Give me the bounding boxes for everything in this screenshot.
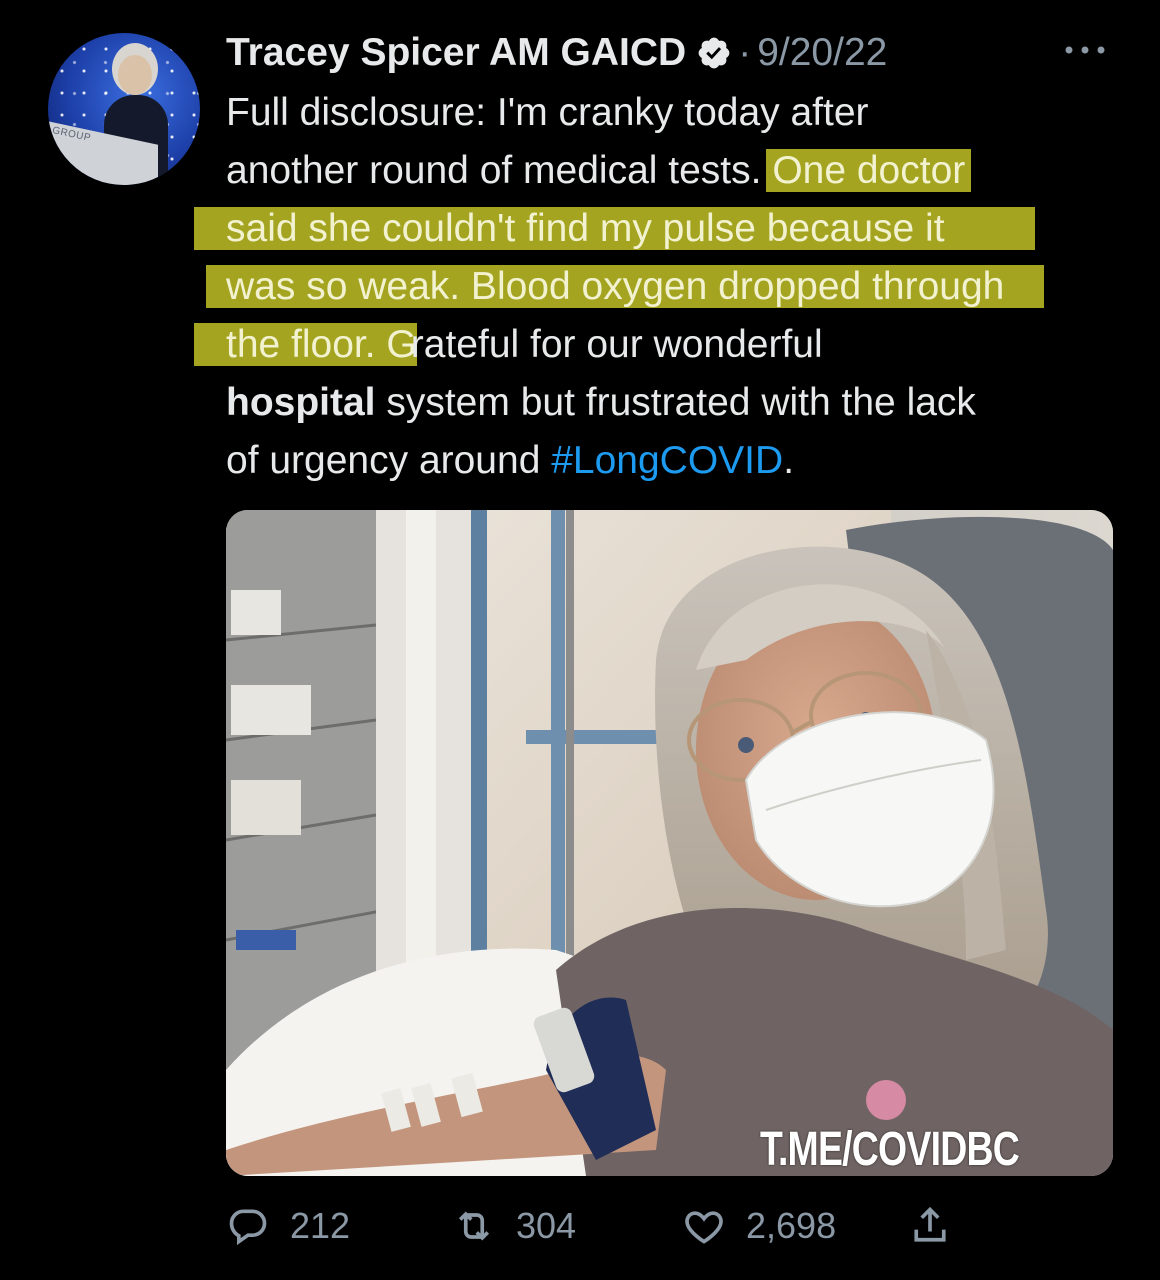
- bold-word: hospital: [226, 381, 376, 424]
- share-button[interactable]: [908, 1196, 972, 1256]
- tweet-text-line: Full disclosure: I'm cranky today after: [226, 91, 869, 134]
- tweet-header: Tracey Spicer AM GAICD · 9/20/22: [226, 28, 887, 78]
- separator-dot: ·: [738, 31, 752, 74]
- tweet-text: Full disclosure: I'm cranky today after …: [194, 84, 1146, 490]
- hospital-selfie-image: [226, 510, 1113, 1176]
- tweet-text-line: was so weak. Blood oxygen dropped throug…: [206, 258, 1146, 316]
- reply-button[interactable]: 212: [226, 1196, 350, 1256]
- highlighted-text: One doctor: [766, 149, 972, 192]
- share-icon: [914, 1206, 946, 1242]
- hashtag-link[interactable]: #LongCOVID: [551, 439, 783, 482]
- verified-badge-icon: [696, 35, 732, 71]
- retweet-icon: [458, 1211, 490, 1241]
- tweet-photo[interactable]: [226, 510, 1113, 1176]
- tweet: GROUP Tracey Spicer AM GAICD · 9/20/22 F…: [0, 0, 1160, 1280]
- more-dots-icon[interactable]: [1062, 40, 1108, 60]
- highlighted-text: the floor. G: [194, 323, 417, 366]
- tweet-text-line: hospital system but frustrated with the …: [226, 381, 976, 424]
- tweet-text-line: said she couldn't find my pulse because …: [194, 200, 1146, 258]
- tweet-date[interactable]: 9/20/22: [757, 31, 887, 75]
- tweet-actions: 212 304 2,698: [226, 1196, 986, 1256]
- tweet-text-line: the floor. Grateful for our wonderful: [194, 316, 1146, 374]
- retweet-button[interactable]: 304: [452, 1196, 576, 1256]
- like-button[interactable]: 2,698: [682, 1196, 836, 1256]
- highlighted-text: said she couldn't find my pulse because …: [194, 207, 1035, 250]
- watermark-text: T.ME/COVIDBC: [760, 1123, 1020, 1176]
- like-count: 2,698: [746, 1205, 837, 1246]
- display-name[interactable]: Tracey Spicer AM GAICD: [226, 31, 686, 75]
- heart-icon: [685, 1211, 723, 1244]
- tweet-text-line: of urgency around #LongCOVID.: [226, 439, 795, 482]
- reply-icon: [229, 1209, 267, 1246]
- avatar[interactable]: GROUP: [48, 33, 200, 185]
- highlighted-text: was so weak. Blood oxygen dropped throug…: [206, 265, 1045, 308]
- retweet-count: 304: [516, 1205, 577, 1246]
- tweet-text-line: another round of medical tests. One doct…: [226, 142, 1146, 200]
- reply-count: 212: [290, 1205, 351, 1246]
